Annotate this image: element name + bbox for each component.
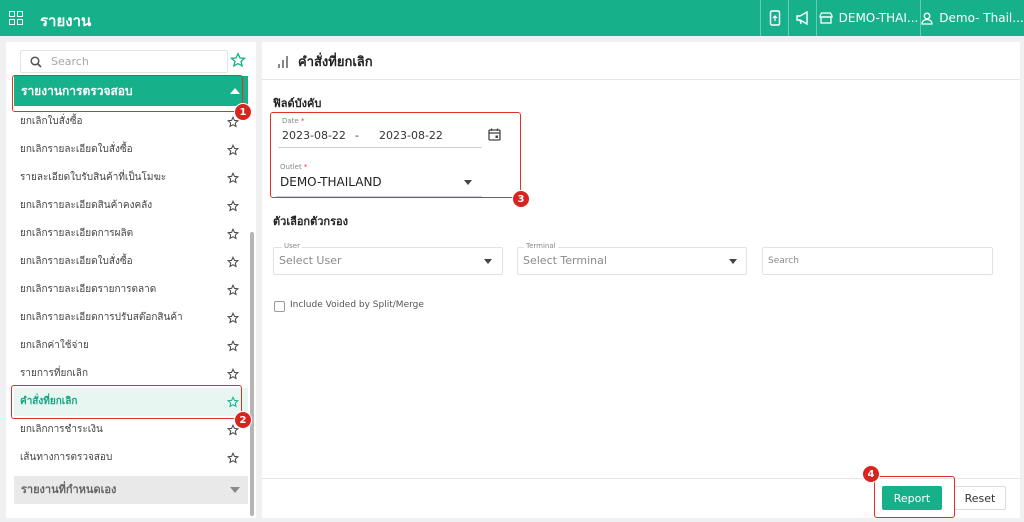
highlight-box-2 <box>11 385 242 419</box>
apps-grid-icon[interactable] <box>9 11 23 25</box>
mobile-transfer-icon[interactable] <box>760 0 788 36</box>
sidebar-item-label: ยกเลิกรายละเอียดการผลิต <box>20 228 134 239</box>
step-badge-4: 4 <box>862 465 880 483</box>
sidebar-search[interactable] <box>20 50 228 73</box>
top-bar: รายงาน DEMO-THAI... Demo- Thail... <box>0 0 1024 36</box>
bar-chart-icon <box>278 56 292 68</box>
star-icon[interactable] <box>227 452 239 464</box>
step-badge-1: 1 <box>234 103 252 121</box>
sidebar-item-label: ยกเลิกรายละเอียดสินค้าคงคลัง <box>20 200 153 211</box>
terminal-label: Terminal <box>524 242 558 250</box>
star-icon[interactable] <box>227 144 239 156</box>
sidebar-item[interactable]: ยกเลิกการชำระเงิน <box>14 416 248 444</box>
caret-down-icon <box>230 487 240 493</box>
sidebar-item-label: เส้นทางการตรวจสอบ <box>20 452 113 463</box>
include-voided-checkbox[interactable] <box>274 301 285 312</box>
sidebar-item-label: ยกเลิกการชำระเงิน <box>20 424 103 435</box>
sidebar-item[interactable]: ยกเลิกรายละเอียดใบสั่งซื้อ <box>14 136 248 164</box>
sidebar-item-label: ยกเลิกใบสั่งซื้อ <box>20 116 83 127</box>
filter-options-heading: ตัวเลือกตัวกรอง <box>273 215 348 228</box>
include-voided-label: Include Voided by Split/Merge <box>290 300 424 310</box>
user-name: Demo- Thail... <box>939 11 1024 25</box>
step-badge-3: 3 <box>512 190 530 208</box>
sidebar-item-label: ยกเลิกรายละเอียดใบสั่งซื้อ <box>20 144 133 155</box>
required-fields-heading: ฟิลด์บังคับ <box>273 97 322 110</box>
megaphone-icon[interactable] <box>788 0 816 36</box>
app-title: รายงาน <box>40 12 92 30</box>
highlight-box-3 <box>270 112 521 198</box>
sidebar-item[interactable]: ยกเลิกรายละเอียดสินค้าคงคลัง <box>14 192 248 220</box>
search-icon <box>30 56 42 68</box>
sidebar-item[interactable]: รายละเอียดใบรับสินค้าที่เป็นโมฆะ <box>14 164 248 192</box>
group-custom-reports[interactable]: รายงานที่กำหนดเอง <box>14 476 248 504</box>
terminal-dropdown-icon[interactable] <box>729 259 737 264</box>
sidebar-item[interactable]: ยกเลิกใบสั่งซื้อ <box>14 108 248 136</box>
user-dropdown-icon[interactable] <box>484 259 492 264</box>
page-header: คำสั่งที่ยกเลิก <box>262 42 1020 80</box>
sidebar-item-label: รายการที่ยกเลิก <box>20 368 88 379</box>
filter-search-placeholder: Search <box>768 256 799 266</box>
star-icon[interactable] <box>227 368 239 380</box>
highlight-box-1 <box>12 75 243 112</box>
reset-button[interactable]: Reset <box>954 486 1006 510</box>
star-icon[interactable] <box>227 284 239 296</box>
star-icon[interactable] <box>227 228 239 240</box>
star-icon[interactable] <box>227 312 239 324</box>
sidebar-item-label: รายละเอียดใบรับสินค้าที่เป็นโมฆะ <box>20 172 167 183</box>
star-icon[interactable] <box>227 200 239 212</box>
sidebar-item[interactable]: เส้นทางการตรวจสอบ <box>14 444 248 472</box>
favorites-star-icon[interactable] <box>230 52 246 68</box>
star-icon[interactable] <box>227 256 239 268</box>
sidebar-item-label: ยกเลิกรายละเอียดการปรับสต๊อกสินค้า <box>20 312 183 323</box>
sidebar-item-label: ยกเลิกรายละเอียดใบสั่งซื้อ <box>20 256 133 267</box>
step-badge-2: 2 <box>234 411 252 429</box>
outlet-selector[interactable]: DEMO-THAI... <box>816 0 920 36</box>
sidebar-item[interactable]: รายการที่ยกเลิก <box>14 360 248 388</box>
sidebar-item[interactable]: ยกเลิกรายละเอียดการปรับสต๊อกสินค้า <box>14 304 248 332</box>
terminal-placeholder: Select Terminal <box>523 254 607 267</box>
group-custom-reports-label: รายงานที่กำหนดเอง <box>21 483 117 496</box>
sidebar-item-label: ยกเลิกรายละเอียดรายการตลาด <box>20 284 157 295</box>
sidebar-item[interactable]: ยกเลิกรายละเอียดรายการตลาด <box>14 276 248 304</box>
store-icon <box>818 12 833 24</box>
sidebar-item[interactable]: ยกเลิกรายละเอียดการผลิต <box>14 220 248 248</box>
sidebar-search-input[interactable] <box>51 53 221 70</box>
sidebar-item[interactable]: ยกเลิกค่าใช้จ่าย <box>14 332 248 360</box>
outlet-name: DEMO-THAI... <box>838 11 919 25</box>
star-icon[interactable] <box>227 340 239 352</box>
highlight-box-4 <box>874 476 955 518</box>
sidebar-item[interactable]: ยกเลิกรายละเอียดใบสั่งซื้อ <box>14 248 248 276</box>
user-placeholder: Select User <box>279 254 342 267</box>
user-label: User <box>282 242 302 250</box>
report-sidebar: รายงานการตรวจสอบ ยกเลิกใบสั่งซื้อยกเลิกร… <box>6 42 256 518</box>
page-title: คำสั่งที่ยกเลิก <box>298 55 373 70</box>
sidebar-item-label: ยกเลิกค่าใช้จ่าย <box>20 340 89 351</box>
user-menu[interactable]: Demo- Thail... <box>920 0 1024 36</box>
star-icon[interactable] <box>227 172 239 184</box>
sidebar-scrollbar[interactable] <box>250 232 254 516</box>
user-icon <box>921 12 933 25</box>
